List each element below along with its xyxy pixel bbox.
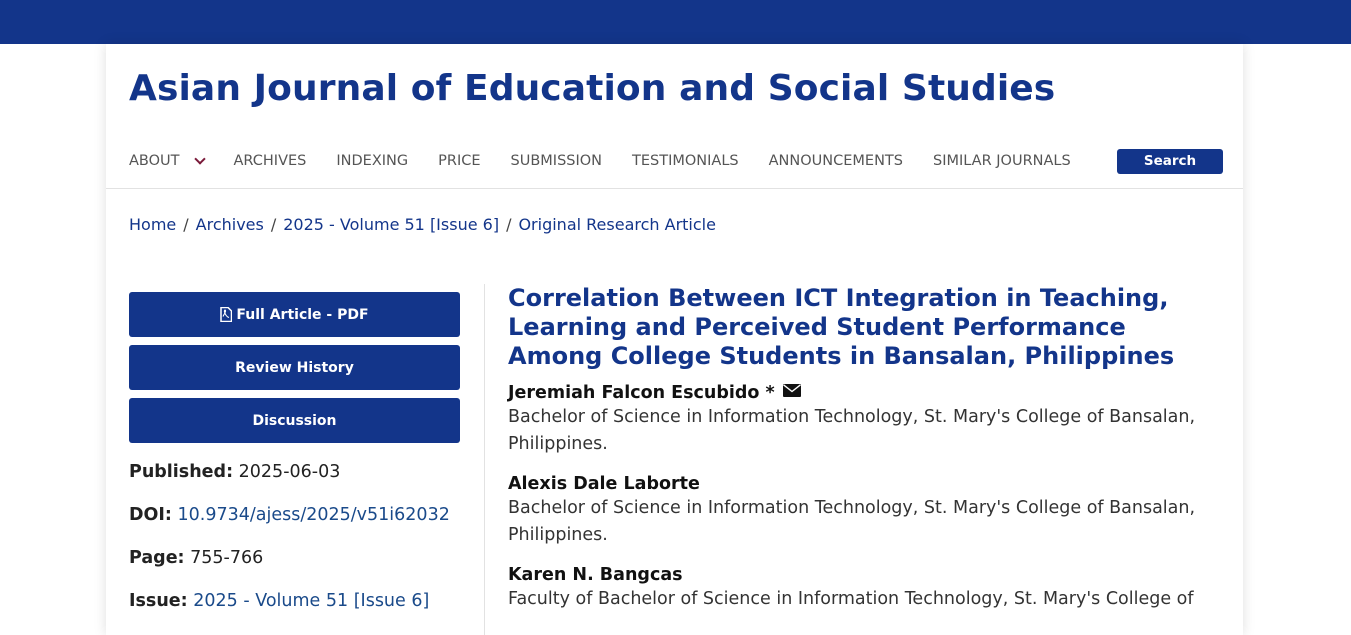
nav-item-indexing[interactable]: Indexing	[336, 153, 408, 169]
issue-row: Issue: 2025 - Volume 51 [Issue 6]	[129, 591, 460, 634]
author-name: Karen N. Bangcas	[508, 565, 683, 585]
full-article-pdf-label: Full Article - PDF	[236, 306, 369, 323]
top-bar	[0, 0, 1351, 44]
nav-divider	[106, 188, 1243, 189]
doi-link[interactable]: 10.9734/ajess/2025/v51i62032	[178, 505, 450, 525]
page-container: Asian Journal of Education and Social St…	[106, 44, 1243, 635]
nav-item-price[interactable]: Price	[438, 153, 480, 169]
article-main: Correlation Between ICT Integration in T…	[508, 284, 1218, 613]
doi-row: DOI: 10.9734/ajess/2025/v51i62032	[129, 505, 460, 548]
article-title: Correlation Between ICT Integration in T…	[508, 284, 1175, 370]
author-item: Alexis Dale Laborte Bachelor of Science …	[508, 474, 1218, 549]
author-affiliation: Faculty of Bachelor of Science in Inform…	[508, 589, 1194, 609]
nav-item-similar-journals[interactable]: Similar Journals	[933, 153, 1071, 169]
nav-item-submission[interactable]: Submission	[511, 153, 603, 169]
author-item: Jeremiah Falcon Escubido * Bachelor of S…	[508, 383, 1218, 458]
column-divider	[484, 284, 485, 635]
author-affiliation: Bachelor of Science in Information Techn…	[508, 498, 1196, 545]
published-label: Published:	[129, 462, 234, 482]
article-sidebar: Full Article - PDF Review History Discus…	[129, 292, 460, 634]
author-name: Alexis Dale Laborte	[508, 474, 700, 494]
review-history-button[interactable]: Review History	[129, 345, 460, 390]
doi-label: DOI:	[129, 505, 172, 525]
nav-item-label: About	[129, 153, 180, 169]
breadcrumb-archives[interactable]: Archives	[196, 215, 264, 234]
envelope-icon[interactable]	[782, 383, 801, 397]
author-name: Jeremiah Falcon Escubido *	[508, 383, 775, 403]
nav-item-label: Indexing	[336, 153, 409, 169]
breadcrumb-issue[interactable]: 2025 - Volume 51 [Issue 6]	[283, 215, 499, 234]
published-row: Published: 2025-06-03	[129, 462, 460, 505]
breadcrumb-section[interactable]: Original Research Article	[518, 215, 716, 234]
article-meta: Published: 2025-06-03 DOI: 10.9734/ajess…	[129, 462, 460, 634]
author-name-row: Jeremiah Falcon Escubido *	[508, 383, 1218, 403]
breadcrumb: Home / Archives/2025 - Volume 51 [Issue 6]…	[129, 215, 716, 234]
chevron-down-icon[interactable]	[193, 152, 206, 165]
nav-item-label: Similar Journals	[932, 153, 1071, 169]
site-title[interactable]: Asian Journal of Education and Social St…	[129, 68, 1055, 109]
nav-item-about[interactable]: About	[129, 152, 206, 169]
nav-item-label: Announcements	[768, 153, 903, 169]
nav-item-archives[interactable]: Archives	[234, 153, 307, 169]
page-value: 755-766	[190, 548, 264, 568]
full-article-pdf-button[interactable]: Full Article - PDF	[129, 292, 460, 337]
author-name-row: Karen N. Bangcas	[508, 565, 1218, 585]
issue-link[interactable]: 2025 - Volume 51 [Issue 6]	[193, 591, 429, 611]
search-button[interactable]: Search	[1117, 148, 1223, 174]
nav-item-testimonials[interactable]: Testimonials	[632, 153, 739, 169]
page-row: Page: 755-766	[129, 548, 460, 591]
nav-item-announcements[interactable]: Announcements	[769, 153, 903, 169]
author-affiliation: Bachelor of Science in Information Techn…	[508, 407, 1196, 454]
nav-item-label: Price	[438, 153, 481, 169]
page-label: Page:	[129, 548, 185, 568]
file-pdf-icon	[220, 307, 233, 322]
main-nav: About Archives Indexing Price Submission…	[129, 146, 1223, 176]
nav-item-label: Submission	[510, 153, 603, 169]
discussion-button[interactable]: Discussion	[129, 398, 460, 443]
nav-item-label: Testimonials	[632, 153, 739, 169]
nav-item-label: Archives	[233, 153, 307, 169]
published-value: 2025-06-03	[238, 462, 341, 482]
author-item: Karen N. Bangcas Faculty of Bachelor of …	[508, 565, 1218, 613]
issue-label: Issue:	[129, 591, 188, 611]
breadcrumb-home[interactable]: Home	[129, 215, 176, 234]
author-name-row: Alexis Dale Laborte	[508, 474, 1218, 494]
